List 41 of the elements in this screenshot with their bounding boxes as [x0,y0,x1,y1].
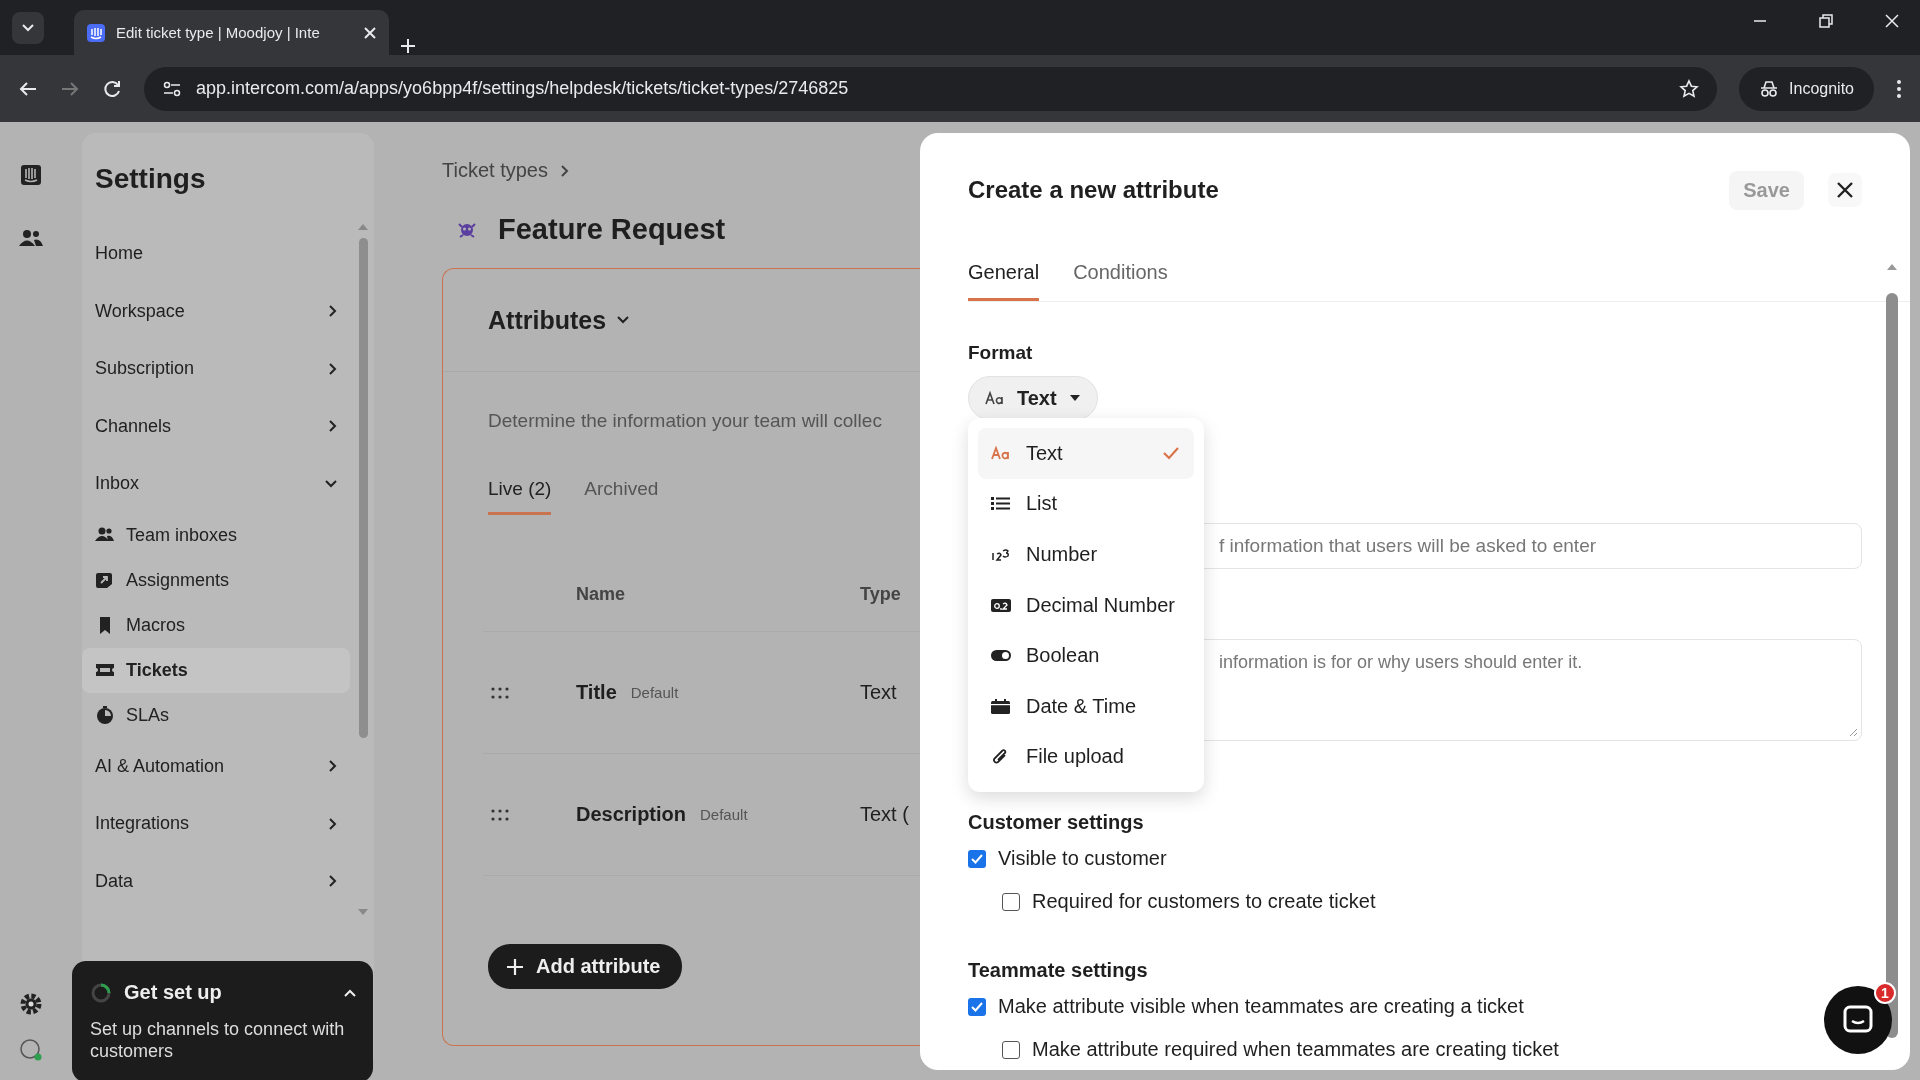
checkbox-label: Visible to customer [998,847,1167,870]
nav-label: Channels [95,415,172,437]
default-tag: Default [630,684,679,701]
option-label: File upload [1026,745,1125,769]
placeholder-text: information is for or why users should enter it. [1219,652,1583,672]
setup-text: Set up channels to connect with customers [90,1018,346,1062]
option-label: Decimal Number [1026,593,1176,617]
option-label: Date & Time [1026,694,1138,718]
column-header: Name [576,583,627,605]
attribute-type: Text ( [860,803,909,826]
option-label: Boolean [1026,644,1101,668]
checkbox-label: Required for customers to create ticket [1032,890,1376,913]
option-label: List [1026,492,1059,516]
profile-name: Incognito [1789,79,1854,98]
attribute-name: Description [576,803,687,826]
option-label: Number [1026,543,1099,566]
nav-label: Data [95,870,134,892]
option-label: Text [1026,441,1064,465]
section-heading: Customer settings [968,811,1145,834]
nav-label: AI & Automation [95,755,225,777]
field-label: Format [968,342,1034,364]
nav-label: Workspace [95,300,185,322]
url-text: app.intercom.com/a/apps/yo6bpp4f/settings/helpdesk/tickets/ticket-types/2746825 [196,78,850,99]
settings-title: Settings [94,162,207,195]
default-tag: Default [700,806,748,823]
nav-label: Inbox [95,473,140,495]
placeholder-text: f information that users will be asked to enter [1219,535,1597,557]
checkbox-label: Make attribute visible when teammates are creating a ticket [998,995,1524,1018]
nav-label: Subscription [95,358,195,380]
column-header: Type [860,583,901,605]
checkbox-label: Make attribute required when teammates are creating ticket [1032,1038,1559,1061]
attribute-name: Title [576,681,617,704]
attribute-type: Text [860,681,897,704]
tab-title: Edit ticket type | Moodjoy | Inte [116,24,321,41]
nav-label: Home [95,243,143,265]
description-text: Determine the information your team will collec [488,410,882,432]
page-title: Feature Request [498,213,726,246]
setup-title: Get set up [124,981,223,1004]
panel-title: Create a new attribute [968,176,1220,204]
section-heading: Teammate settings [968,959,1149,982]
nav-label: Integrations [95,813,190,835]
